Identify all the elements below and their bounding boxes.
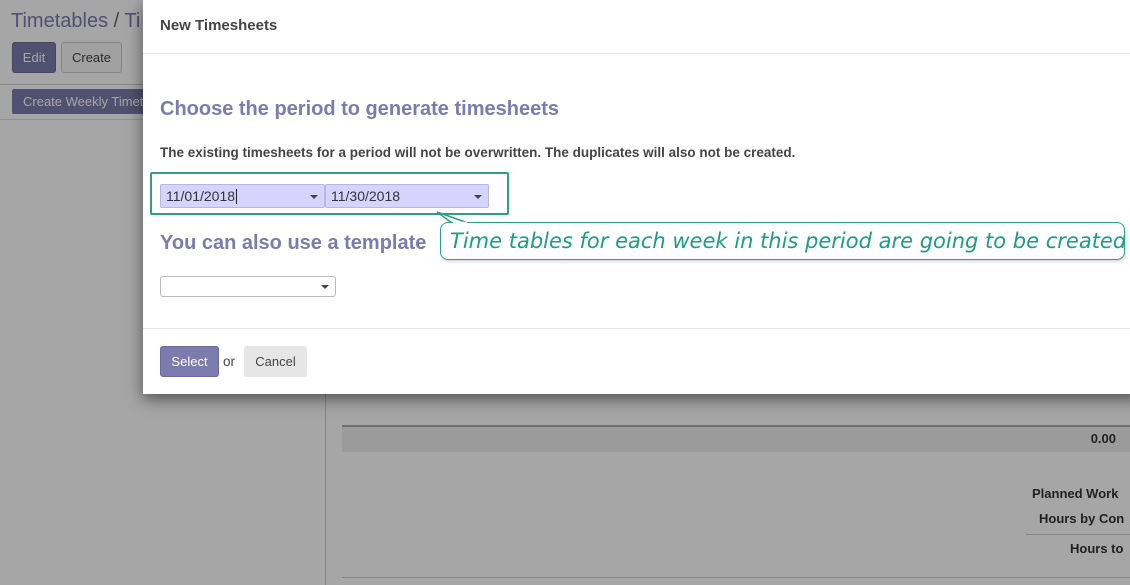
text-cursor [236, 188, 238, 204]
start-date-value: 11/01/2018 [166, 188, 236, 204]
new-timesheets-dialog: New Timesheets Choose the period to gene… [143, 0, 1130, 394]
or-text: or [223, 354, 236, 369]
template-heading: You can also use a template [160, 232, 427, 254]
period-heading: Choose the period to generate timesheets [160, 98, 559, 120]
end-date-value: 11/30/2018 [331, 188, 401, 204]
overwrite-notice: The existing timesheets for a period wil… [160, 145, 796, 160]
select-button[interactable]: Select [160, 346, 219, 377]
chevron-down-icon[interactable] [474, 195, 482, 199]
dialog-header-divider [143, 53, 1130, 54]
tooltip-callout: Time tables for each week in this period… [440, 222, 1125, 260]
template-select[interactable] [160, 276, 336, 297]
cancel-button[interactable]: Cancel [244, 346, 307, 377]
dialog-footer-divider [143, 328, 1130, 329]
chevron-down-icon[interactable] [310, 195, 318, 199]
start-date-field[interactable]: 11/01/2018 [160, 184, 325, 208]
end-date-field[interactable]: 11/30/2018 [325, 184, 489, 208]
dialog-title: New Timesheets [160, 17, 278, 34]
chevron-down-icon[interactable] [321, 285, 329, 289]
